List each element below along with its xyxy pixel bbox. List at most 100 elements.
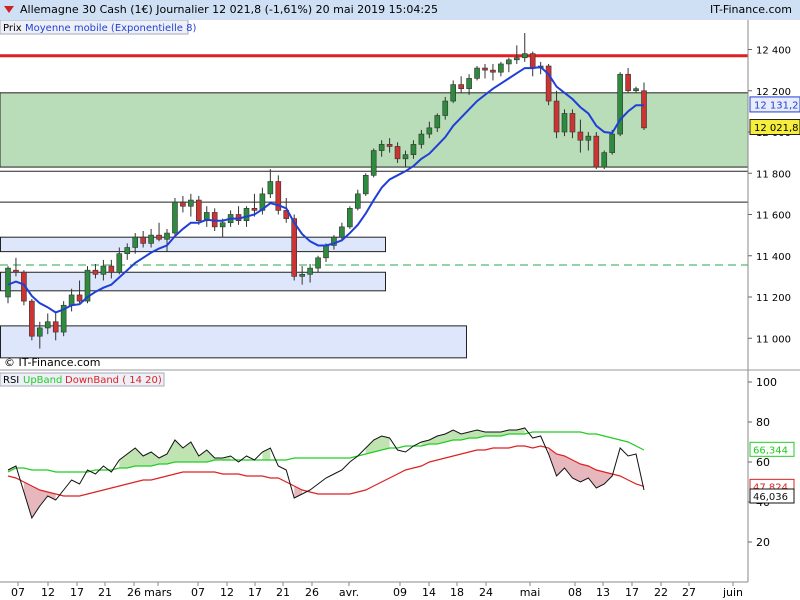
price-tick-label: 11 400 xyxy=(756,252,791,263)
upband-value-label: 66,344 xyxy=(753,445,788,456)
candle-body xyxy=(577,131,584,141)
candle-body xyxy=(553,100,560,133)
candle-body xyxy=(498,63,504,73)
last-price-label: 12 021,8 xyxy=(754,123,799,134)
candle-body xyxy=(68,294,75,306)
candle-body xyxy=(354,193,361,209)
candle-body xyxy=(561,113,568,133)
candle-body xyxy=(482,67,488,71)
candle-body xyxy=(13,269,19,273)
x-tick-label: avr. xyxy=(339,586,359,599)
ma-value-label: 12 131,2 xyxy=(754,100,799,111)
support-zone-blue xyxy=(0,325,467,359)
x-tick-label: 27 xyxy=(682,586,696,599)
x-tick-label: 21 xyxy=(276,586,290,599)
candle-body xyxy=(569,113,576,133)
candle-body xyxy=(92,269,99,275)
legend-rsi: RSI xyxy=(3,375,19,386)
rsi-value-label: 46,036 xyxy=(753,492,788,503)
candle xyxy=(370,148,377,178)
candle-body xyxy=(315,257,321,269)
candle-body xyxy=(490,69,496,73)
chart-window: Allemagne 30 Cash (1€) Journalier 12 021… xyxy=(0,0,800,600)
candle-body xyxy=(521,53,528,59)
legend-downband: DownBand ( 14 20) xyxy=(65,375,162,386)
candle-body xyxy=(370,150,377,176)
x-tick-label: 13 xyxy=(596,586,610,599)
candle xyxy=(601,150,608,170)
support-zone-blue xyxy=(0,271,386,292)
x-tick-label: 07 xyxy=(11,586,25,599)
candle-body xyxy=(625,73,631,92)
arrow-down-icon xyxy=(4,6,14,13)
candle-body xyxy=(609,133,616,153)
x-tick-label: 22 xyxy=(654,586,668,599)
candle-body xyxy=(545,65,552,102)
candle xyxy=(545,63,552,106)
candle-body xyxy=(140,236,146,244)
candle-body xyxy=(219,222,226,228)
candle-body xyxy=(5,267,11,298)
candle-body xyxy=(633,88,639,92)
candle-body xyxy=(474,67,480,79)
candle-body xyxy=(124,247,131,254)
x-tick-label: juin xyxy=(722,586,743,599)
candle-body xyxy=(402,154,409,160)
x-tick-label: 17 xyxy=(625,586,639,599)
candle-body xyxy=(434,115,441,129)
price-tick-label: 11 000 xyxy=(756,334,791,345)
candle-body xyxy=(164,232,170,240)
candle-body xyxy=(466,78,472,89)
candle-body xyxy=(44,321,51,329)
candle-body xyxy=(108,265,115,273)
candle-body xyxy=(458,84,464,89)
candle-body xyxy=(29,300,35,337)
x-tick-label: 26 xyxy=(127,586,141,599)
candle-body xyxy=(100,265,107,275)
legend-prix: Prix xyxy=(3,23,22,34)
candle-body xyxy=(267,181,274,195)
legend-upband: UpBand xyxy=(23,375,62,386)
x-tick-label: 17 xyxy=(70,586,84,599)
chart-canvas[interactable]: 12 40012 20012 00011 80011 60011 40011 2… xyxy=(0,20,800,600)
candle xyxy=(362,173,369,196)
x-tick-label: 17 xyxy=(248,586,262,599)
price-tick-label: 11 800 xyxy=(756,169,791,180)
candle-body xyxy=(132,236,138,248)
candle-body xyxy=(180,201,186,207)
candle-body xyxy=(426,127,433,135)
candle xyxy=(593,132,600,170)
candle-body xyxy=(156,234,162,240)
x-tick-label: 12 xyxy=(41,586,55,599)
candle-body xyxy=(386,144,393,147)
candle-body xyxy=(585,135,592,141)
x-tick-label: 21 xyxy=(98,586,112,599)
x-tick-label: 09 xyxy=(393,586,407,599)
candle xyxy=(196,195,202,225)
candle-body xyxy=(362,175,369,195)
candle-body xyxy=(601,152,608,168)
candle-body xyxy=(347,208,353,228)
x-tick-label: 14 xyxy=(422,586,436,599)
candle-body xyxy=(188,199,194,207)
candle-body xyxy=(394,146,401,160)
x-tick-label: mai xyxy=(520,586,541,599)
candle-body xyxy=(418,133,425,145)
site-name[interactable]: IT-Finance.com xyxy=(710,3,792,16)
x-tick-label: 07 xyxy=(191,586,205,599)
candle-body xyxy=(52,321,59,333)
rsi-tick-label: 100 xyxy=(756,376,777,389)
candle-body xyxy=(251,208,258,211)
price-tick-label: 12 200 xyxy=(756,87,791,98)
candle-body xyxy=(291,218,298,277)
price-panel-bg xyxy=(0,20,800,370)
candle xyxy=(474,66,480,81)
candle xyxy=(172,198,178,236)
candle-body xyxy=(148,234,154,244)
x-tick-label: 08 xyxy=(568,586,582,599)
rsi-tick-label: 60 xyxy=(756,456,770,469)
candle-body xyxy=(529,53,536,69)
chart-header: Allemagne 30 Cash (1€) Journalier 12 021… xyxy=(0,0,800,21)
candle xyxy=(347,206,353,229)
candle-body xyxy=(450,84,457,102)
